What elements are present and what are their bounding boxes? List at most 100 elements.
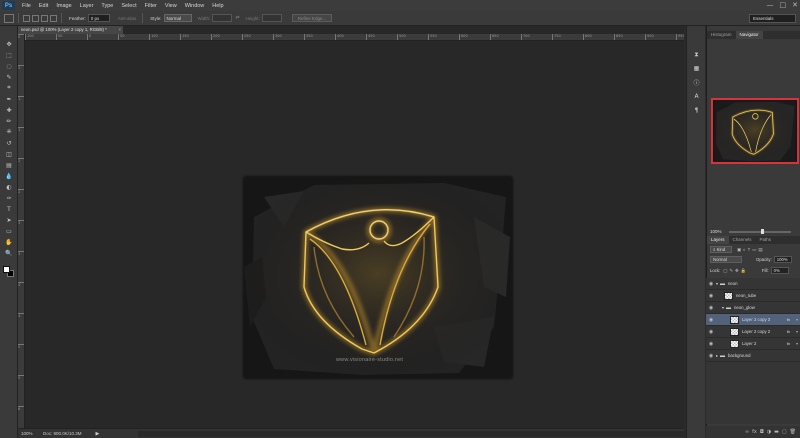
width-input[interactable]	[212, 14, 233, 22]
group-expand-icon[interactable]: ▾	[716, 281, 718, 286]
tab-layers[interactable]: Layers	[707, 236, 729, 244]
quick-select-tool-icon[interactable]: ✎	[3, 73, 15, 81]
layer-row[interactable]: ◉ neon_tube	[706, 290, 800, 302]
add-style-icon[interactable]: fx	[752, 429, 757, 435]
workspace-select[interactable]: Essentials	[749, 14, 796, 23]
layer-row[interactable]: ◉ Layer 2 copy 2 fx ▾	[706, 326, 800, 338]
lasso-tool-icon[interactable]: ◌	[3, 62, 15, 70]
foreground-color-swatch[interactable]	[3, 266, 10, 273]
horizontal-scrollbar[interactable]	[138, 431, 684, 437]
history-brush-tool-icon[interactable]: ↺	[3, 139, 15, 147]
hand-tool-icon[interactable]: ✋	[3, 238, 15, 246]
status-menu-icon[interactable]: ▶	[96, 431, 100, 437]
menu-filter[interactable]: Filter	[141, 3, 161, 9]
horizontal-ruler[interactable]: 100 50 0 50 100 150 200 250 300 350 400 450 500 550 60…	[25, 34, 684, 41]
visibility-eye-icon[interactable]: ◉	[706, 317, 716, 323]
chevron-down-icon[interactable]: ▾	[796, 317, 798, 322]
trash-icon[interactable]: 🗑	[790, 429, 796, 435]
tab-navigator[interactable]: Navigator	[735, 31, 763, 39]
new-group-icon[interactable]: ▬	[774, 429, 779, 435]
layer-filter-icons[interactable]: ▣◐T▭▤	[737, 247, 764, 253]
brush-tool-icon[interactable]: ✏	[3, 117, 15, 125]
link-layers-icon[interactable]: ∞	[745, 429, 749, 435]
menu-image[interactable]: Image	[52, 3, 75, 9]
history-panel-icon[interactable]: ⧗	[691, 50, 702, 59]
zoom-slider-handle[interactable]	[761, 229, 764, 234]
intersect-selection-icon[interactable]	[50, 14, 57, 22]
tool-preset-icon[interactable]	[4, 13, 14, 23]
layer-row[interactable]: ◉ Layer 2 fx ▾	[706, 338, 800, 350]
dodge-tool-icon[interactable]: ◐	[3, 183, 15, 191]
tab-channels[interactable]: Channels	[729, 236, 756, 244]
healing-brush-tool-icon[interactable]: ✚	[3, 106, 15, 114]
tab-paths[interactable]: Paths	[756, 236, 776, 244]
menu-window[interactable]: Window	[181, 3, 209, 9]
visibility-eye-icon[interactable]: ◉	[706, 329, 716, 335]
chevron-down-icon[interactable]: ▾	[796, 341, 798, 346]
feather-input[interactable]: 0 px	[87, 14, 110, 22]
navigator-zoom-slider[interactable]	[729, 229, 791, 234]
visibility-eye-icon[interactable]: ◉	[706, 281, 716, 287]
pen-tool-icon[interactable]: ✑	[3, 194, 15, 202]
eyedropper-tool-icon[interactable]: ✒	[3, 95, 15, 103]
visibility-eye-icon[interactable]: ◉	[706, 341, 716, 347]
close-tab-icon[interactable]: ×	[118, 26, 121, 34]
shape-tool-icon[interactable]: ▭	[3, 227, 15, 235]
layer-row[interactable]: ◉ ▾ ▬ neon_glow	[706, 302, 800, 314]
character-panel-icon[interactable]: A	[691, 92, 702, 101]
zoom-level[interactable]: 100%	[21, 431, 35, 436]
add-selection-icon[interactable]	[32, 14, 39, 22]
paragraph-panel-icon[interactable]: ¶	[691, 106, 702, 115]
visibility-eye-icon[interactable]: ◉	[706, 305, 716, 311]
clone-stamp-tool-icon[interactable]: ⎈	[3, 128, 15, 136]
properties-panel-icon[interactable]: ▦	[691, 64, 702, 73]
layer-row-selected[interactable]: ◉ Layer 2 copy 3 fx ▾	[706, 314, 800, 326]
add-mask-icon[interactable]: ◘	[760, 429, 764, 435]
tab-histogram[interactable]: Histogram	[707, 31, 736, 39]
group-expand-icon[interactable]: ▾	[722, 305, 724, 310]
canvas-area[interactable]: www.visionaire-studio.net	[25, 41, 684, 428]
document-canvas[interactable]: www.visionaire-studio.net	[244, 177, 512, 378]
fx-badge[interactable]: fx	[787, 341, 790, 346]
layer-row[interactable]: ◉ ▾ ▬ neon	[706, 278, 800, 290]
fill-input[interactable]: 0%	[770, 267, 789, 274]
menu-select[interactable]: Select	[117, 3, 140, 9]
marquee-tool-icon[interactable]: ⬚	[3, 51, 15, 59]
path-select-tool-icon[interactable]: ➤	[3, 216, 15, 224]
opacity-input[interactable]: 100%	[773, 256, 792, 263]
lock-icons[interactable]: ▢✎✥🔒	[723, 268, 748, 274]
subtract-selection-icon[interactable]	[41, 14, 48, 22]
style-select[interactable]: Normal	[163, 14, 192, 22]
menu-type[interactable]: Type	[97, 3, 117, 9]
group-collapsed-icon[interactable]: ▸	[716, 353, 718, 358]
maximize-icon[interactable]: □	[780, 1, 787, 9]
swap-icon[interactable]: ⇄	[235, 15, 239, 21]
new-selection-icon[interactable]	[23, 14, 30, 22]
new-layer-icon[interactable]: ▢	[782, 429, 787, 435]
zoom-tool-icon[interactable]: 🔍	[3, 249, 15, 257]
menu-help[interactable]: Help	[208, 3, 227, 9]
adjustment-layer-icon[interactable]: ◑	[767, 429, 771, 435]
type-tool-icon[interactable]: T	[3, 205, 15, 213]
gradient-tool-icon[interactable]: ▤	[3, 161, 15, 169]
fx-badge[interactable]: fx	[787, 329, 790, 334]
menu-view[interactable]: View	[161, 3, 181, 9]
fx-badge[interactable]: fx	[787, 317, 790, 322]
navigator-preview[interactable]	[711, 98, 799, 164]
chevron-down-icon[interactable]: ▾	[796, 329, 798, 334]
refine-edge-button[interactable]: Refine Edge...	[291, 14, 333, 22]
layer-filter-kind[interactable]: ⌕ Kind	[710, 246, 732, 253]
menu-layer[interactable]: Layer	[76, 3, 98, 9]
visibility-eye-icon[interactable]: ◉	[706, 293, 716, 299]
crop-tool-icon[interactable]: ⌗	[3, 84, 15, 92]
menu-edit[interactable]: Edit	[35, 3, 52, 9]
blend-mode-select[interactable]: Normal	[710, 256, 742, 263]
vertical-ruler[interactable]: 0 5 1 1 2 2 3 3 4 4 5 5 6	[18, 34, 25, 428]
close-icon[interactable]: ✕	[792, 1, 798, 9]
navigator-zoom-value[interactable]: 100%	[710, 229, 722, 234]
minimize-icon[interactable]: —	[767, 1, 774, 9]
info-panel-icon[interactable]: ⓘ	[691, 78, 702, 87]
eraser-tool-icon[interactable]: ◫	[3, 150, 15, 158]
move-tool-icon[interactable]: ✥	[3, 40, 15, 48]
document-tab[interactable]: neon.psd @ 100% (Layer 2 copy 1, RGB/8) …	[18, 26, 123, 34]
